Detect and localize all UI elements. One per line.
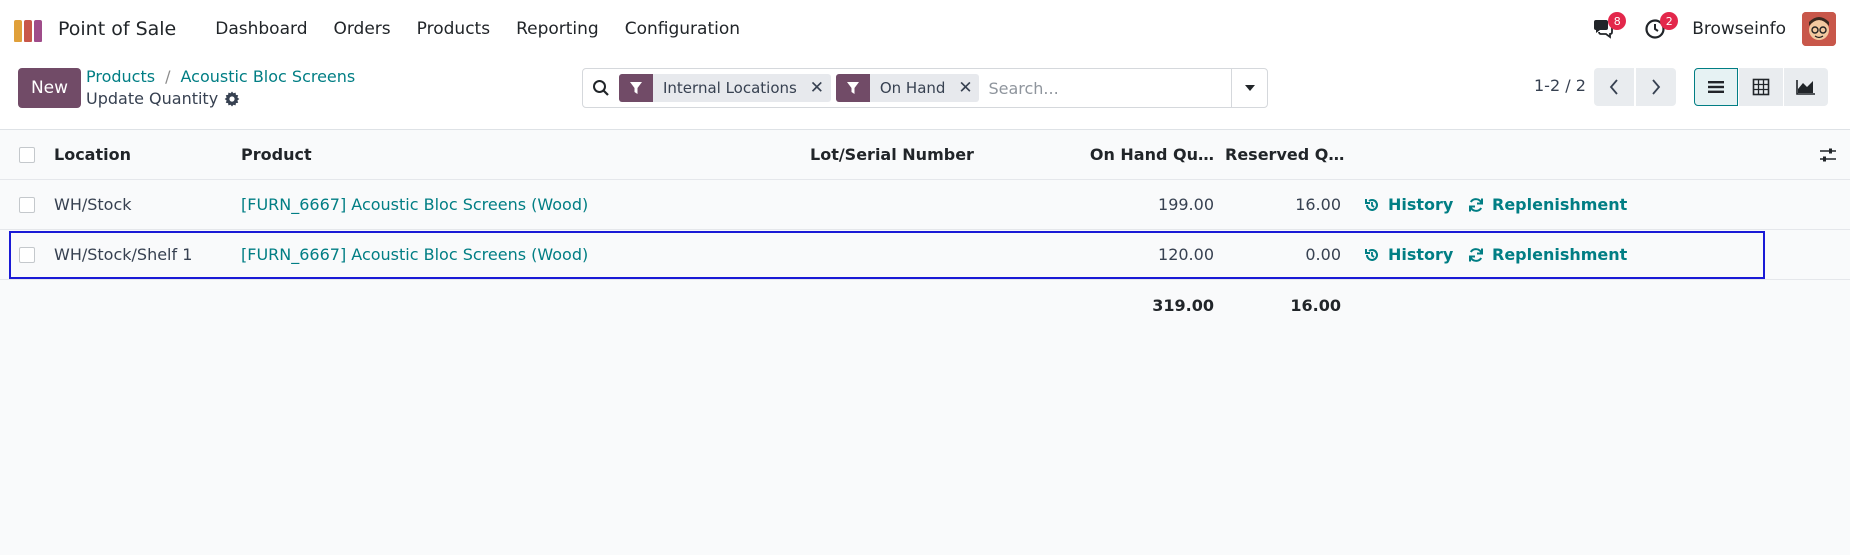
chevron-right-icon bbox=[1652, 79, 1661, 95]
location-cell[interactable]: WH/Stock/Shelf 1 bbox=[54, 230, 192, 279]
search-options-toggle[interactable] bbox=[1231, 69, 1267, 107]
breadcrumb: Products / Acoustic Bloc Screens bbox=[86, 67, 355, 86]
column-header-product[interactable]: Product bbox=[241, 130, 312, 179]
pivot-view-button[interactable] bbox=[1739, 68, 1783, 106]
table-row[interactable]: WH/Stock [FURN_6667] Acoustic Bloc Scree… bbox=[0, 180, 1850, 230]
list-view-button[interactable] bbox=[1694, 68, 1738, 106]
page-title: Update Quantity bbox=[86, 89, 240, 108]
replenishment-label: Replenishment bbox=[1492, 245, 1628, 264]
activities-button[interactable]: 2 bbox=[1640, 12, 1679, 44]
quant-list-table: Location Product Lot/Serial Number On Ha… bbox=[0, 130, 1850, 330]
refresh-icon bbox=[1469, 197, 1483, 212]
product-link[interactable]: [FURN_6667] Acoustic Bloc Screens (Wood) bbox=[241, 180, 588, 229]
facet-label: On Hand bbox=[879, 79, 946, 97]
search-bar: Internal Locations ✕ On Hand ✕ bbox=[582, 68, 1268, 108]
column-header-on-hand[interactable]: On Hand Qu… bbox=[1090, 130, 1214, 179]
row-select-cell bbox=[19, 230, 35, 279]
page-title-text: Update Quantity bbox=[86, 89, 219, 108]
breadcrumb-products[interactable]: Products bbox=[86, 67, 155, 86]
menu-orders[interactable]: Orders bbox=[320, 19, 403, 39]
search-icon bbox=[583, 69, 619, 107]
user-name[interactable]: Browseinfo bbox=[1692, 19, 1786, 39]
filter-icon bbox=[619, 74, 653, 102]
sliders-icon bbox=[1820, 148, 1836, 161]
select-all-cell bbox=[19, 130, 35, 179]
filter-icon bbox=[835, 74, 870, 102]
reserved-cell: 16.00 bbox=[1295, 195, 1341, 214]
column-header-location[interactable]: Location bbox=[54, 130, 131, 179]
facet-remove-button[interactable]: ✕ bbox=[955, 74, 975, 102]
search-input[interactable] bbox=[984, 73, 1215, 103]
breadcrumb-separator: / bbox=[165, 67, 171, 86]
location-cell[interactable]: WH/Stock bbox=[54, 180, 132, 229]
reserved-cell: 0.00 bbox=[1305, 245, 1341, 264]
row-checkbox[interactable] bbox=[19, 246, 35, 263]
main-menu: Dashboard Orders Products Reporting Conf… bbox=[202, 19, 753, 39]
messages-button[interactable]: 8 bbox=[1588, 12, 1627, 44]
area-chart-icon bbox=[1796, 80, 1815, 95]
app-brand[interactable]: Point of Sale bbox=[14, 16, 176, 42]
replenishment-label: Replenishment bbox=[1492, 195, 1628, 214]
row-checkbox[interactable] bbox=[19, 196, 35, 213]
activities-badge: 2 bbox=[1660, 12, 1679, 30]
facet-remove-button[interactable]: ✕ bbox=[807, 74, 827, 102]
row-select-cell bbox=[19, 180, 35, 229]
history-label: History bbox=[1388, 245, 1454, 264]
select-all-checkbox[interactable] bbox=[19, 146, 35, 163]
history-icon bbox=[1365, 198, 1378, 211]
on-hand-total: 319.00 bbox=[1152, 295, 1214, 315]
facet-label: Internal Locations bbox=[663, 79, 797, 97]
control-panel: New Products / Acoustic Bloc Screens Upd… bbox=[0, 58, 1850, 130]
messages-badge: 8 bbox=[1608, 12, 1627, 30]
on-hand-cell[interactable]: 199.00 bbox=[1090, 180, 1214, 229]
column-header-reserved[interactable]: Reserved Q… bbox=[1225, 130, 1345, 179]
gear-icon[interactable] bbox=[224, 91, 240, 107]
history-button[interactable]: History bbox=[1364, 180, 1453, 229]
pager-controls bbox=[1594, 68, 1676, 106]
product-link[interactable]: [FURN_6667] Acoustic Bloc Screens (Wood) bbox=[241, 230, 588, 279]
history-label: History bbox=[1388, 195, 1454, 214]
menu-reporting[interactable]: Reporting bbox=[503, 19, 612, 39]
table-icon bbox=[1752, 78, 1770, 96]
reserved-total: 16.00 bbox=[1290, 295, 1341, 315]
column-header-lot-serial[interactable]: Lot/Serial Number bbox=[810, 130, 974, 179]
pager-value[interactable]: 1-2 / 2 bbox=[1534, 76, 1586, 95]
pager-previous-button[interactable] bbox=[1594, 68, 1634, 106]
search-facet-internal-locations: Internal Locations ✕ bbox=[619, 74, 831, 102]
app-name[interactable]: Point of Sale bbox=[58, 18, 176, 40]
menu-configuration[interactable]: Configuration bbox=[612, 19, 753, 39]
top-navbar: Point of Sale Dashboard Orders Products … bbox=[0, 0, 1850, 58]
on-hand-cell[interactable]: 120.00 bbox=[1090, 230, 1214, 279]
pos-app-icon bbox=[14, 16, 48, 42]
breadcrumb-product-name[interactable]: Acoustic Bloc Screens bbox=[180, 67, 355, 86]
replenishment-button[interactable]: Replenishment bbox=[1468, 180, 1627, 229]
menu-products[interactable]: Products bbox=[404, 19, 503, 39]
menu-dashboard[interactable]: Dashboard bbox=[202, 19, 320, 39]
table-totals-row: 319.00 16.00 bbox=[0, 280, 1850, 330]
table-header: Location Product Lot/Serial Number On Ha… bbox=[0, 130, 1850, 180]
view-switcher bbox=[1694, 68, 1829, 106]
history-button[interactable]: History bbox=[1364, 230, 1453, 279]
list-icon bbox=[1708, 81, 1724, 93]
caret-down-icon bbox=[1244, 85, 1255, 91]
systray: 8 2 Browseinfo bbox=[1588, 0, 1850, 58]
optional-columns-toggle[interactable] bbox=[1819, 130, 1837, 179]
avatar[interactable] bbox=[1802, 12, 1836, 46]
replenishment-button[interactable]: Replenishment bbox=[1468, 230, 1627, 279]
refresh-icon bbox=[1469, 247, 1483, 262]
new-button[interactable]: New bbox=[18, 68, 81, 108]
table-row[interactable]: WH/Stock/Shelf 1 [FURN_6667] Acoustic Bl… bbox=[0, 230, 1850, 280]
graph-view-button[interactable] bbox=[1784, 68, 1828, 106]
history-icon bbox=[1365, 248, 1378, 261]
search-facet-on-hand: On Hand ✕ bbox=[835, 74, 980, 102]
chevron-left-icon bbox=[1609, 79, 1618, 95]
pager-next-button[interactable] bbox=[1636, 68, 1676, 106]
